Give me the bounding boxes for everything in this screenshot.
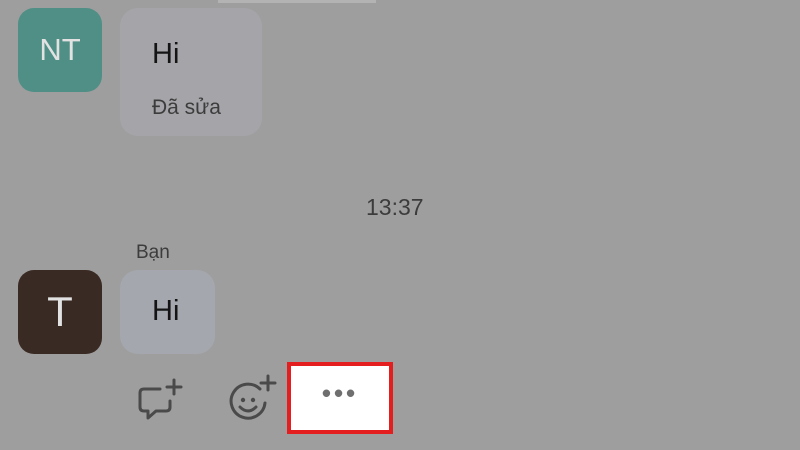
avatar-initials: T — [47, 288, 73, 335]
sender-label: Bạn — [136, 242, 170, 263]
emoji-plus-icon — [229, 374, 277, 420]
react-button[interactable] — [226, 372, 280, 426]
top-divider — [218, 0, 376, 3]
avatar-t[interactable]: T — [18, 270, 102, 354]
more-options-button[interactable]: ••• — [287, 362, 393, 434]
message-text: Hi — [152, 38, 180, 70]
reply-button[interactable] — [134, 374, 186, 426]
avatar-initials: NT — [39, 32, 81, 67]
edited-label: Đã sửa — [152, 96, 221, 119]
time-separator: 13:37 — [366, 194, 424, 220]
avatar-nt[interactable]: NT — [18, 8, 102, 92]
reply-plus-icon — [138, 378, 183, 420]
message-bubble-mine[interactable]: Hi — [120, 270, 215, 354]
message-bubble[interactable]: Hi Đã sửa — [120, 8, 262, 136]
message-text: Hi — [152, 295, 180, 327]
more-dots-icon: ••• — [321, 377, 359, 408]
